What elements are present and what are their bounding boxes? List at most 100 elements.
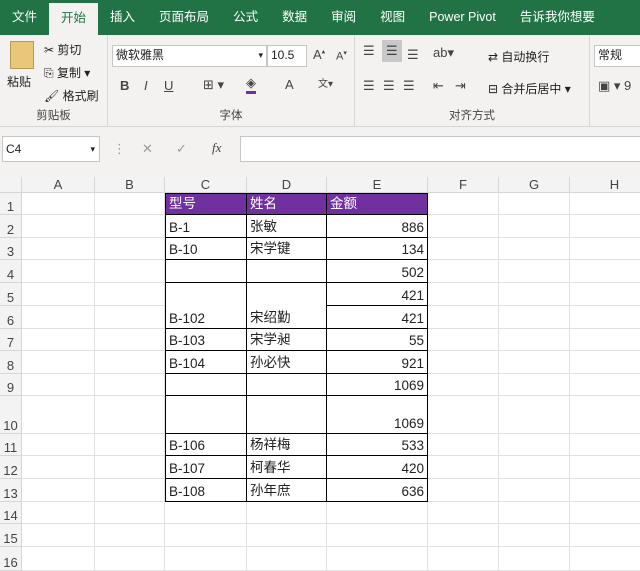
merge-center-button[interactable]: ⊟ 合并后居中 ▾ (488, 80, 571, 97)
cell[interactable] (499, 238, 570, 260)
tab-5[interactable]: 数据 (270, 0, 319, 35)
cell[interactable] (499, 434, 570, 456)
cell[interactable] (22, 396, 95, 434)
cell[interactable] (570, 329, 640, 351)
table-cell[interactable]: B-108 (165, 479, 247, 502)
row-header-3[interactable]: 3 (0, 238, 22, 260)
row-header-10[interactable]: 10 (0, 396, 22, 434)
cell[interactable] (570, 396, 640, 434)
table-cell[interactable]: 921 (327, 351, 428, 374)
cell[interactable] (499, 329, 570, 351)
row-header-13[interactable]: 13 (0, 479, 22, 502)
table-cell[interactable]: 姓名 (247, 193, 327, 215)
cell[interactable] (499, 374, 570, 396)
cell[interactable] (570, 306, 640, 329)
cell[interactable] (22, 306, 95, 329)
align-left-icon[interactable]: ☰ (363, 78, 375, 94)
cell[interactable] (570, 193, 640, 215)
underline-button[interactable]: U (164, 78, 173, 93)
table-cell[interactable]: 孙必快 (247, 351, 327, 374)
table-cell[interactable]: B-106 (165, 434, 247, 456)
table-cell[interactable]: 型号 (165, 193, 247, 215)
column-header-C[interactable]: C (165, 177, 247, 193)
column-header-B[interactable]: B (95, 177, 165, 193)
cell[interactable] (499, 396, 570, 434)
cell[interactable] (570, 547, 640, 571)
cell[interactable] (95, 456, 165, 479)
cell[interactable] (570, 502, 640, 524)
wrap-text-button[interactable]: ⇄ 自动换行 (488, 48, 549, 65)
cell[interactable] (428, 479, 499, 502)
tab-3[interactable]: 页面布局 (147, 0, 221, 35)
cell[interactable] (22, 329, 95, 351)
phonetic-icon[interactable]: 文▾ (318, 75, 333, 90)
table-cell[interactable]: B-10 (165, 238, 247, 260)
cell[interactable] (22, 238, 95, 260)
cell[interactable] (499, 193, 570, 215)
cell[interactable] (22, 193, 95, 215)
cell[interactable] (22, 479, 95, 502)
cell[interactable] (499, 351, 570, 374)
cell[interactable] (22, 374, 95, 396)
cell[interactable] (570, 260, 640, 283)
decrease-indent-icon[interactable]: ⇤ (433, 78, 444, 94)
table-cell[interactable]: 421 (327, 306, 428, 329)
cell[interactable] (499, 479, 570, 502)
cell[interactable] (95, 479, 165, 502)
cell[interactable] (570, 524, 640, 547)
table-cell[interactable]: 杨祥梅 (247, 434, 327, 456)
tab-9[interactable]: 告诉我你想要 (508, 0, 607, 35)
cell[interactable] (95, 396, 165, 434)
copy-button[interactable]: ⎘ 复制 ▾ (44, 64, 90, 81)
cell[interactable] (499, 260, 570, 283)
orientation-icon[interactable]: ab▾ (433, 45, 454, 61)
table-cell[interactable]: 134 (327, 238, 428, 260)
table-cell-empty[interactable] (247, 374, 327, 396)
insert-function-button[interactable]: fx (212, 140, 221, 156)
table-cell[interactable]: 柯春华 (247, 456, 327, 479)
column-header-A[interactable]: A (22, 177, 95, 193)
table-cell[interactable]: 55 (327, 329, 428, 351)
cell[interactable] (499, 283, 570, 306)
cell[interactable] (22, 260, 95, 283)
cell[interactable] (165, 524, 247, 547)
table-cell[interactable]: 886 (327, 215, 428, 238)
font-name-select[interactable]: 微软雅黑 ▾ (112, 45, 267, 67)
row-header-12[interactable]: 12 (0, 456, 22, 479)
paste-icon[interactable] (10, 41, 34, 69)
row-header-11[interactable]: 11 (0, 434, 22, 456)
table-cell[interactable]: B-107 (165, 456, 247, 479)
tab-2[interactable]: 插入 (98, 0, 147, 35)
table-cell[interactable]: B-104 (165, 351, 247, 374)
shrink-font-icon[interactable]: A▾ (336, 49, 347, 63)
cell[interactable] (95, 547, 165, 571)
cell[interactable] (22, 456, 95, 479)
cell[interactable] (95, 524, 165, 547)
grow-font-icon[interactable]: A▴ (313, 47, 325, 62)
cell[interactable] (247, 524, 327, 547)
row-header-8[interactable]: 8 (0, 351, 22, 374)
bold-button[interactable]: B (120, 78, 129, 93)
row-header-9[interactable]: 9 (0, 374, 22, 396)
table-cell[interactable]: 金额 (327, 193, 428, 215)
align-center-icon[interactable]: ☰ (383, 78, 395, 94)
select-all-corner[interactable] (0, 177, 22, 193)
table-cell[interactable]: B-102 (165, 283, 247, 329)
align-top-icon[interactable]: ☰ (363, 43, 375, 59)
cell[interactable] (95, 260, 165, 283)
cell[interactable] (499, 524, 570, 547)
font-color-button[interactable]: A (285, 77, 294, 92)
cell[interactable] (428, 396, 499, 434)
borders-icon[interactable]: ⊞ ▾ (203, 77, 224, 93)
cell[interactable] (428, 238, 499, 260)
cancel-icon[interactable]: ✕ (142, 141, 153, 157)
currency-icon[interactable]: ▣ ▾ 9 (598, 78, 631, 94)
table-cell[interactable]: 636 (327, 479, 428, 502)
column-header-D[interactable]: D (247, 177, 327, 193)
table-cell[interactable]: 宋学昶 (247, 329, 327, 351)
align-right-icon[interactable]: ☰ (403, 78, 415, 94)
cell[interactable] (428, 306, 499, 329)
cell[interactable] (570, 351, 640, 374)
align-middle-icon[interactable]: ☰ (382, 40, 402, 62)
tab-7[interactable]: 视图 (368, 0, 417, 35)
